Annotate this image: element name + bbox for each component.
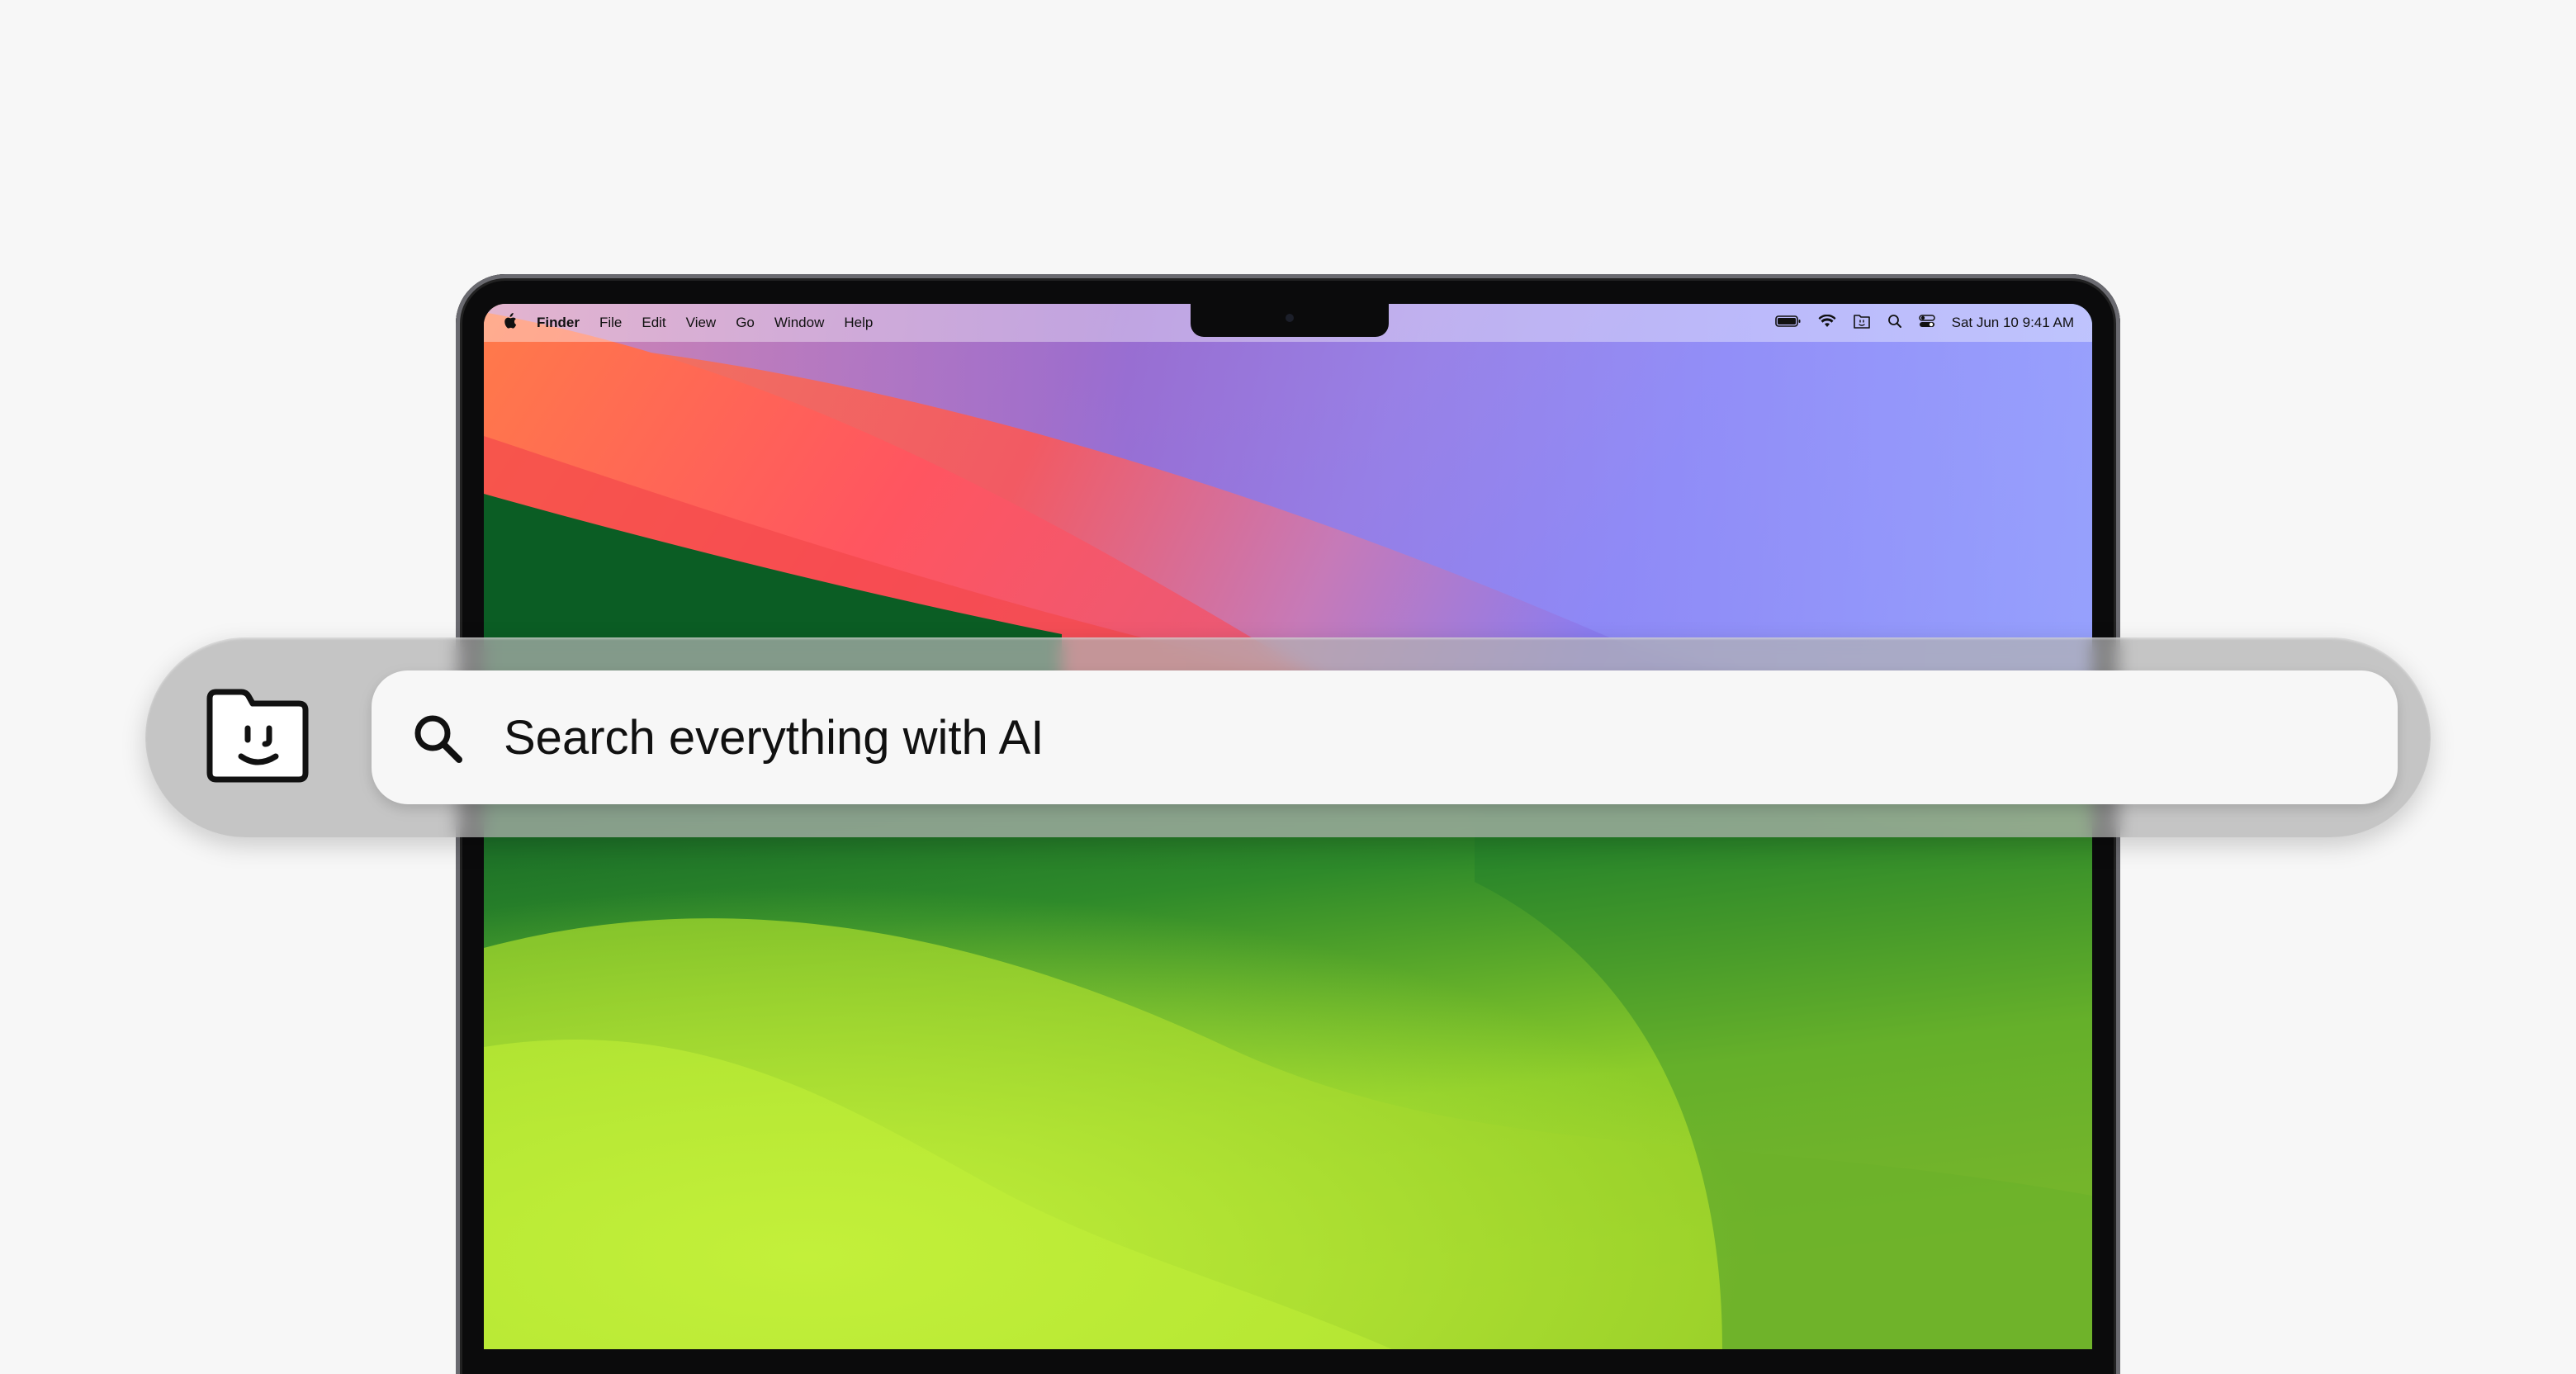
menu-go[interactable]: Go [736, 315, 755, 331]
menu-edit[interactable]: Edit [642, 315, 665, 331]
menubar-datetime[interactable]: Sat Jun 10 9:41 AM [1952, 315, 2074, 331]
search-placeholder: Search everything with AI [504, 711, 1044, 765]
search-icon [411, 712, 466, 766]
menu-view[interactable]: View [686, 315, 717, 331]
menu-window[interactable]: Window [774, 315, 824, 331]
apple-icon[interactable] [502, 312, 517, 334]
menu-help[interactable]: Help [844, 315, 873, 331]
camera-notch [1191, 304, 1389, 337]
wifi-icon[interactable] [1818, 314, 1836, 332]
folder-face-icon[interactable] [203, 687, 312, 786]
menu-bar: Finder File Edit View Go Window Help Sat… [484, 304, 2092, 342]
ai-search-bar: Search everything with AI [145, 637, 2431, 837]
spotlight-icon[interactable] [1887, 314, 1902, 333]
control-center-icon[interactable] [1918, 314, 1935, 333]
camera-icon [1286, 314, 1294, 322]
menu-app-name[interactable]: Finder [537, 315, 580, 331]
menu-file[interactable]: File [599, 315, 622, 331]
stage: Finder File Edit View Go Window Help Sat… [0, 0, 2576, 1374]
ai-search-input[interactable]: Search everything with AI [372, 670, 2398, 804]
battery-icon[interactable] [1774, 315, 1802, 332]
app-status-icon[interactable] [1853, 313, 1871, 334]
